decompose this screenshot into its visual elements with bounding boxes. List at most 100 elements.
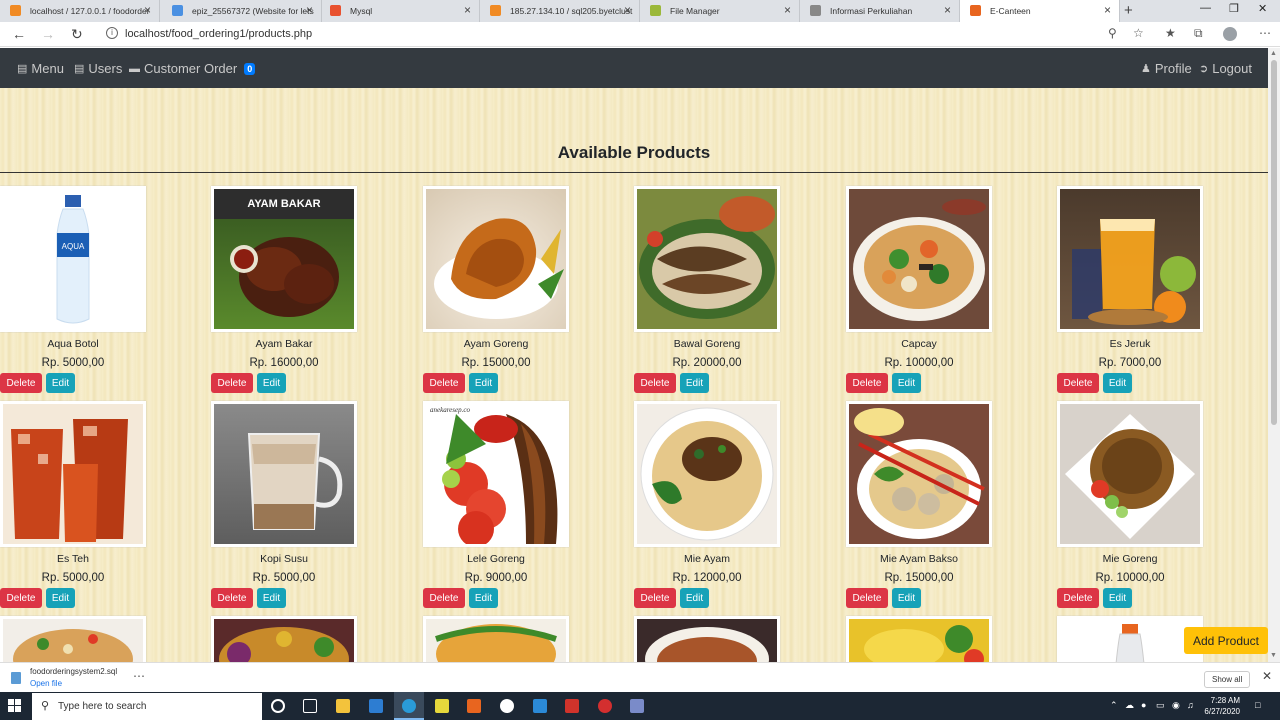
product-price: Rp. 5000,00 xyxy=(252,572,316,584)
edit-button[interactable]: Edit xyxy=(680,588,709,608)
add-product-button[interactable]: Add Product xyxy=(1184,627,1268,654)
profile-avatar[interactable] xyxy=(1223,27,1237,41)
bookmark-star-icon[interactable]: ☆ xyxy=(1133,26,1144,40)
edit-button[interactable]: Edit xyxy=(46,373,75,393)
onedrive-icon[interactable]: ☁ xyxy=(1125,700,1134,711)
browser-tab[interactable]: epiz_25567372 (Website for lets × xyxy=(162,0,322,22)
download-filename[interactable]: foodorderingsystem2.sql xyxy=(30,667,117,676)
tab-close-icon[interactable]: × xyxy=(1104,3,1111,17)
taskbar-clock[interactable]: 7:28 AM 6/27/2020 xyxy=(1202,695,1240,717)
download-options-icon[interactable]: ⋯ xyxy=(133,669,145,683)
products-page: Available Products AQUA Aqua Botol Rp. 500… xyxy=(0,88,1268,662)
edit-button[interactable]: Edit xyxy=(46,588,75,608)
notes-icon[interactable] xyxy=(435,699,449,713)
edit-button[interactable]: Edit xyxy=(1103,588,1132,608)
new-tab-button[interactable]: + xyxy=(1124,2,1133,19)
delete-button[interactable]: Delete xyxy=(1057,588,1099,608)
delete-button[interactable]: Delete xyxy=(423,588,465,608)
edit-button[interactable]: Edit xyxy=(469,373,498,393)
collections-icon[interactable]: ⧉ xyxy=(1194,26,1203,41)
show-all-button[interactable]: Show all xyxy=(1204,671,1251,688)
nav-logout-link[interactable]: ➲ Logout xyxy=(1199,61,1252,76)
browser-tab[interactable]: File Manager × xyxy=(640,0,800,22)
tab-close-icon[interactable]: × xyxy=(624,3,631,17)
tab-close-icon[interactable]: × xyxy=(944,3,951,17)
cortana-icon[interactable] xyxy=(271,699,285,713)
delete-button[interactable]: Delete xyxy=(423,373,465,393)
taskbar-search-input[interactable]: ⚲ Type here to search xyxy=(32,693,262,720)
browser-tab-active[interactable]: E-Canteen × xyxy=(960,0,1120,22)
tray-chevron-icon[interactable]: ⌃ xyxy=(1110,700,1118,711)
edit-button[interactable]: Edit xyxy=(1103,373,1132,393)
chat-app-icon[interactable] xyxy=(500,699,514,713)
file-explorer-icon[interactable] xyxy=(336,699,350,713)
sublime-icon[interactable] xyxy=(467,699,481,713)
url-field[interactable]: localhost/food_ordering1/products.php xyxy=(125,28,312,40)
more-menu-icon[interactable]: ⋯ xyxy=(1259,26,1271,40)
volume-icon[interactable]: ♫ xyxy=(1187,700,1194,710)
product-image xyxy=(1057,616,1203,662)
delete-button[interactable]: Delete xyxy=(846,588,888,608)
browser-tab[interactable]: localhost / 127.0.0.1 / foodorder × xyxy=(0,0,160,22)
task-view-icon[interactable] xyxy=(303,699,317,713)
minimize-icon[interactable]: — xyxy=(1200,2,1211,14)
delete-button[interactable]: Delete xyxy=(634,373,676,393)
delete-button[interactable]: Delete xyxy=(211,373,253,393)
edge-browser-icon[interactable] xyxy=(402,699,416,713)
open-file-link[interactable]: Open file xyxy=(30,679,62,688)
vscode-icon[interactable] xyxy=(533,699,547,713)
site-info-icon[interactable]: i xyxy=(106,27,118,39)
nav-users-link[interactable]: ▤ Users xyxy=(74,61,122,76)
edit-button[interactable]: Edit xyxy=(680,373,709,393)
delete-button[interactable]: Delete xyxy=(1057,373,1099,393)
address-bar: ← → ↻ i localhost/food_ordering1/product… xyxy=(0,22,1280,47)
scrollbar-thumb[interactable] xyxy=(1271,60,1277,425)
forward-icon[interactable]: → xyxy=(41,26,55,42)
store-icon[interactable] xyxy=(369,699,383,713)
delete-button[interactable]: Delete xyxy=(634,588,676,608)
nav-menu-link[interactable]: ▤ Menu xyxy=(17,61,64,76)
product-name: Ayam Bakar xyxy=(255,338,313,350)
delete-button[interactable]: Delete xyxy=(211,588,253,608)
tab-close-icon[interactable]: × xyxy=(784,3,791,17)
product-image xyxy=(634,186,780,332)
tab-close-icon[interactable]: × xyxy=(306,3,313,17)
network-icon[interactable]: ◉ xyxy=(1172,700,1180,711)
edit-button[interactable]: Edit xyxy=(892,373,921,393)
browser-tab[interactable]: Mysql × xyxy=(320,0,480,22)
reload-icon[interactable]: ↻ xyxy=(71,26,83,43)
product-name: Mie Ayam xyxy=(684,553,730,565)
notifications-icon[interactable]: □ xyxy=(1255,700,1260,710)
back-icon[interactable]: ← xyxy=(12,26,26,42)
scroll-up-arrow[interactable]: ▲ xyxy=(1270,50,1277,57)
close-downloads-icon[interactable]: ✕ xyxy=(1262,669,1272,683)
edit-button[interactable]: Edit xyxy=(257,588,286,608)
mic-icon[interactable]: ● xyxy=(1141,700,1146,710)
recorder-icon[interactable] xyxy=(598,699,612,713)
edit-button[interactable]: Edit xyxy=(257,373,286,393)
product-name: Ayam Goreng xyxy=(463,338,529,350)
edit-button[interactable]: Edit xyxy=(892,588,921,608)
browser-tab[interactable]: 185.27.134.10 / sql205.byetclust × xyxy=(480,0,640,22)
delete-button[interactable]: Delete xyxy=(0,588,42,608)
favorites-icon[interactable]: ★ xyxy=(1165,26,1176,40)
nav-profile-link[interactable]: ♟ Profile xyxy=(1141,61,1192,76)
nav-customer-order-link[interactable]: ▬ Customer Order 0 xyxy=(129,61,256,76)
edit-button[interactable]: Edit xyxy=(469,588,498,608)
browser-tab[interactable]: Informasi Perkuliahan × xyxy=(800,0,960,22)
delete-button[interactable]: Delete xyxy=(0,373,42,393)
tab-close-icon[interactable]: × xyxy=(144,3,151,17)
tab-favicon-icon xyxy=(330,5,341,16)
delete-button[interactable]: Delete xyxy=(846,373,888,393)
tab-close-icon[interactable]: × xyxy=(464,3,471,17)
zoom-icon[interactable]: ⚲ xyxy=(1108,26,1117,40)
app-icon[interactable] xyxy=(630,699,644,713)
filezilla-icon[interactable] xyxy=(565,699,579,713)
windows-start-icon[interactable] xyxy=(8,699,22,713)
users-icon: ▤ xyxy=(74,63,85,75)
scroll-down-arrow[interactable]: ▼ xyxy=(1270,652,1277,659)
battery-icon[interactable]: ▭ xyxy=(1156,700,1165,711)
window-close-icon[interactable]: ✕ xyxy=(1258,2,1267,15)
maximize-icon[interactable]: ❐ xyxy=(1229,2,1239,15)
nav-customer-order-label: Customer Order xyxy=(144,61,238,76)
